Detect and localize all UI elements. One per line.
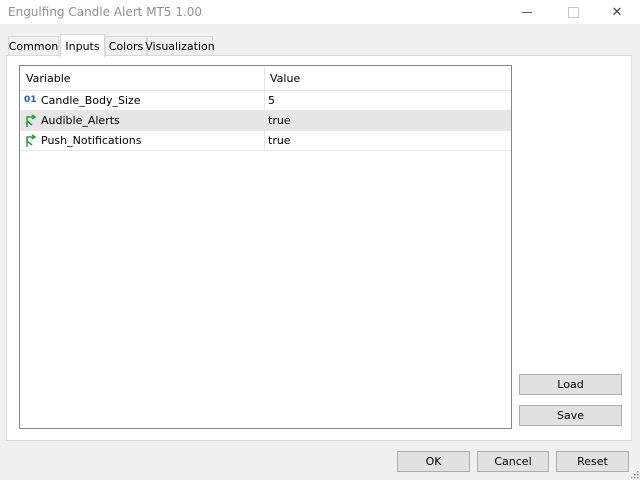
tab-label: Visualization [145, 40, 215, 53]
variable-name: Audible_Alerts [41, 114, 120, 127]
maximize-icon [567, 6, 579, 18]
tab-common[interactable]: Common [8, 36, 59, 56]
boolean-icon [26, 114, 37, 127]
inputs-table: Variable Value 01 Candle_Body_Size 5 Aud… [19, 65, 512, 429]
cell-divider [264, 111, 265, 130]
tab-label: Colors [108, 40, 144, 53]
boolean-icon [26, 134, 37, 147]
variable-value[interactable]: 5 [268, 94, 275, 107]
minimize-icon [522, 11, 532, 13]
table-row[interactable]: 01 Candle_Body_Size 5 [20, 91, 511, 111]
save-button-label: Save [556, 409, 584, 422]
close-button[interactable]: ✕ [594, 0, 640, 24]
table-row[interactable]: Push_Notifications true [20, 131, 511, 151]
cancel-button[interactable]: Cancel [477, 451, 549, 472]
cancel-button-label: Cancel [494, 455, 532, 468]
header-value[interactable]: Value [270, 72, 300, 85]
save-button[interactable]: Save [519, 405, 622, 426]
ok-button[interactable]: OK [397, 451, 470, 472]
title-bar: Engulfing Candle Alert MT5 1.00 ✕ [0, 0, 640, 24]
variable-name: Candle_Body_Size [41, 94, 141, 107]
table-row[interactable]: Audible_Alerts true [20, 111, 511, 131]
tab-label: Inputs [65, 39, 100, 53]
ok-button-label: OK [425, 455, 442, 468]
load-button[interactable]: Load [519, 374, 622, 395]
reset-button[interactable]: Reset [556, 451, 629, 472]
reset-button-label: Reset [577, 455, 608, 468]
header-divider[interactable] [264, 66, 265, 90]
resize-grip-icon[interactable] [629, 469, 639, 479]
variable-name: Push_Notifications [41, 134, 142, 147]
table-header: Variable Value [20, 66, 511, 91]
header-variable[interactable]: Variable [26, 72, 71, 85]
inputs-panel: Variable Value 01 Candle_Body_Size 5 Aud… [6, 55, 632, 441]
cell-divider [264, 131, 265, 150]
cell-divider [264, 91, 265, 110]
tab-colors[interactable]: Colors [105, 36, 147, 56]
close-icon: ✕ [611, 4, 623, 20]
load-button-label: Load [557, 378, 584, 391]
integer-icon: 01 [24, 95, 37, 105]
minimize-button[interactable] [504, 0, 550, 24]
variable-value[interactable]: true [268, 114, 291, 127]
variable-value[interactable]: true [268, 134, 291, 147]
tab-inputs[interactable]: Inputs [60, 34, 105, 57]
maximize-button[interactable] [550, 0, 596, 24]
window-title: Engulfing Candle Alert MT5 1.00 [8, 5, 203, 19]
tab-label: Common [8, 40, 59, 53]
tab-visualization[interactable]: Visualization [145, 36, 215, 56]
